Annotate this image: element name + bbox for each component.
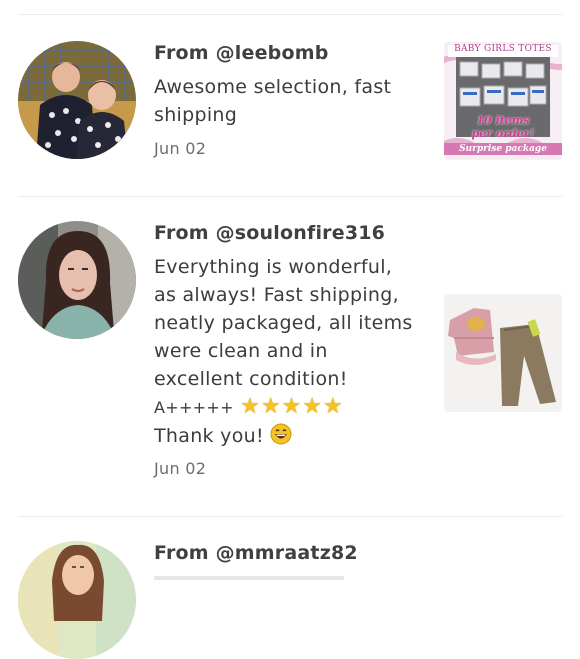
reviewer-name[interactable]: From @soulonfire316 (154, 222, 385, 244)
listing-thumbnail[interactable] (444, 294, 562, 412)
review-text-line-1: Everything is wonderful, (154, 256, 393, 278)
thumbnail-caption-3: Surprise package (444, 143, 562, 155)
review-item-soulonfire316: From @soulonfire316 Everything is wonder… (0, 196, 580, 516)
thumbnail-title: BABY GIRLS TOTES (454, 44, 552, 54)
review-text-line-4: were clean and in (154, 340, 328, 362)
review-text: Awesome selection, fast shipping (154, 76, 392, 126)
grade-text: A+++++ (154, 398, 234, 417)
review-item-leebomb: From @leebomb Awesome selection, fast sh… (0, 0, 580, 196)
review-text-line-7: Thank you! (154, 422, 439, 450)
review-date: Jun 02 (154, 139, 207, 158)
thumbnail-caption-1: 10 items (476, 114, 530, 127)
review-text: Everything is wonderful, as always! Fast… (154, 253, 439, 450)
review-text-line-3: neatly packaged, all items (154, 312, 413, 334)
thanks-text: Thank you! (154, 425, 264, 447)
reviewer-name[interactable]: From @mmraatz82 (154, 542, 358, 564)
thumbnail-caption-2: per order! (471, 127, 535, 140)
review-text-partial (154, 576, 344, 580)
review-text-line-5: excellent condition! (154, 368, 348, 390)
grinning-face-emoji-icon (270, 423, 292, 445)
star-icons: ★★★★★ (240, 394, 344, 419)
review-text-line-2: as always! Fast shipping, (154, 284, 399, 306)
listing-thumbnail[interactable]: BABY GIRLS TOTES 10 items per order! Sur… (444, 42, 562, 160)
review-item-mmraatz82: From @mmraatz82 (0, 516, 580, 659)
review-text-line-6: A+++++ ★★★★★ (154, 393, 439, 422)
avatar-mmraatz82[interactable] (18, 541, 136, 659)
avatar-leebomb[interactable] (18, 41, 136, 159)
reviewer-name[interactable]: From @leebomb (154, 42, 329, 64)
avatar-soulonfire316[interactable] (18, 221, 136, 339)
review-date: Jun 02 (154, 459, 207, 478)
